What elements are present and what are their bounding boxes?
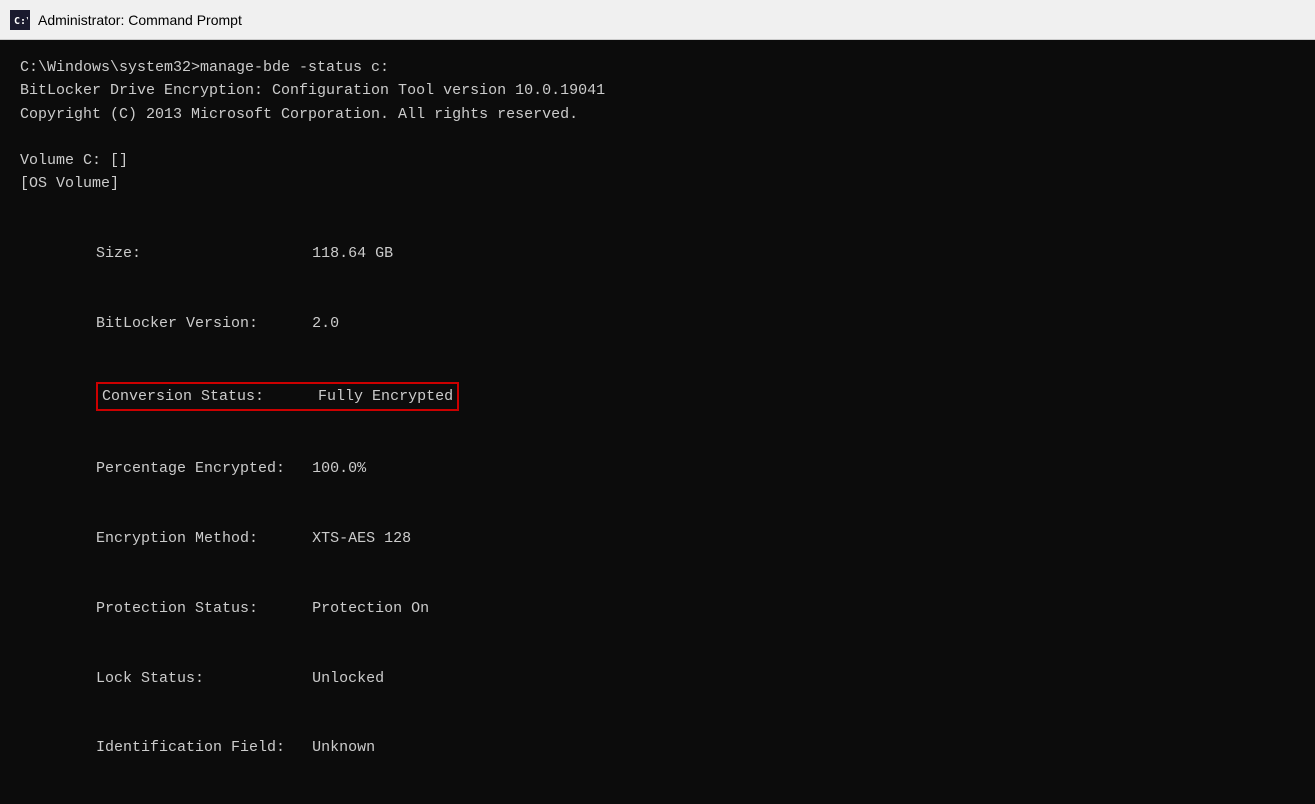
field-identification: Identification Field: Unknown [20, 713, 1295, 783]
field-encryption-method-label: Encryption Method: [96, 530, 312, 547]
field-lock-status: Lock Status: Unlocked [20, 643, 1295, 713]
copyright-line: Copyright (C) 2013 Microsoft Corporation… [20, 103, 1295, 126]
conversion-status-highlight: Conversion Status: Fully Encrypted [96, 382, 459, 411]
field-key-protectors: Key Protectors: [20, 783, 1295, 804]
field-bitlocker-version-value: 2.0 [312, 315, 339, 332]
field-identification-value: Unknown [312, 739, 375, 756]
blank-line-1 [20, 126, 1295, 149]
field-encryption-method: Encryption Method: XTS-AES 128 [20, 504, 1295, 574]
field-bitlocker-version: BitLocker Version: 2.0 [20, 289, 1295, 359]
volume-line: Volume C: [] [20, 149, 1295, 172]
field-percentage-label: Percentage Encrypted: [96, 460, 312, 477]
os-volume-line: [OS Volume] [20, 172, 1295, 195]
field-size: Size: 118.64 GB [20, 219, 1295, 289]
field-protection-status: Protection Status: Protection On [20, 574, 1295, 644]
title-bar: C:\ Administrator: Command Prompt [0, 0, 1315, 40]
window-title: Administrator: Command Prompt [38, 12, 242, 28]
field-size-label: Size: [96, 245, 312, 262]
field-protection-status-value: Protection On [312, 600, 429, 617]
field-percentage-encrypted: Percentage Encrypted: 100.0% [20, 434, 1295, 504]
field-lock-status-value: Unlocked [312, 670, 384, 687]
field-conversion-status: Conversion Status: Fully Encrypted [20, 358, 1295, 434]
field-bitlocker-version-label: BitLocker Version: [96, 315, 312, 332]
terminal-window: C:\Windows\system32>manage-bde -status c… [0, 40, 1315, 804]
field-encryption-method-value: XTS-AES 128 [312, 530, 411, 547]
command-prompt-line: C:\Windows\system32>manage-bde -status c… [20, 56, 1295, 79]
field-percentage-value: 100.0% [312, 460, 366, 477]
cmd-icon: C:\ [10, 10, 30, 30]
svg-text:C:\: C:\ [14, 16, 28, 27]
field-lock-status-label: Lock Status: [96, 670, 312, 687]
bitlocker-version-line: BitLocker Drive Encryption: Configuratio… [20, 79, 1295, 102]
field-protection-status-label: Protection Status: [96, 600, 312, 617]
field-identification-label: Identification Field: [96, 739, 312, 756]
blank-line-2 [20, 196, 1295, 219]
field-size-value: 118.64 GB [312, 245, 393, 262]
